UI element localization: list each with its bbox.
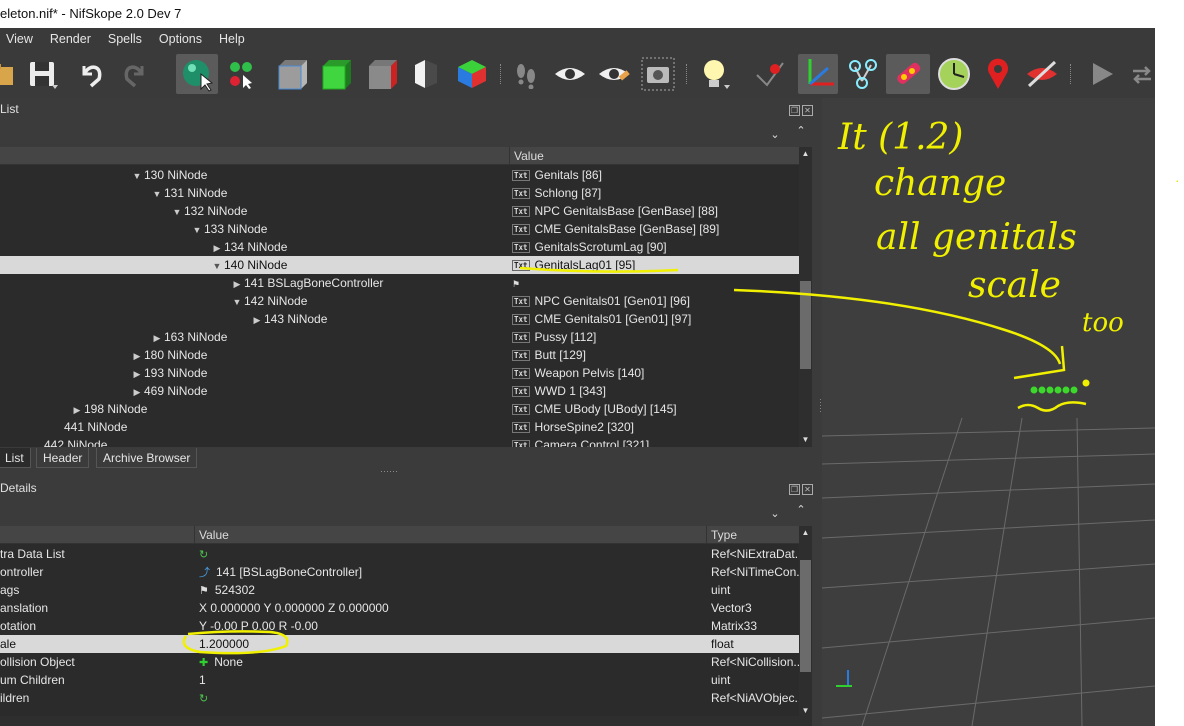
annotation-line-2: change [874, 163, 1007, 204]
annotation-line-4: scale [968, 265, 1061, 306]
window-title: eleton.nif* - NifSkope 2.0 Dev 7 [0, 0, 1155, 28]
annotation-line-3: all genitals [876, 217, 1077, 258]
annotation-line-5: too [1082, 308, 1124, 338]
annotation-line-1: It (1.2) [838, 117, 964, 158]
nifskope-window: View Render Spells Options Help List ❐ ✕… [0, 28, 1155, 726]
annotation-dot: · [1175, 172, 1180, 188]
annotation-strokes [182, 266, 1090, 655]
desktop-strip: · [1155, 0, 1184, 726]
